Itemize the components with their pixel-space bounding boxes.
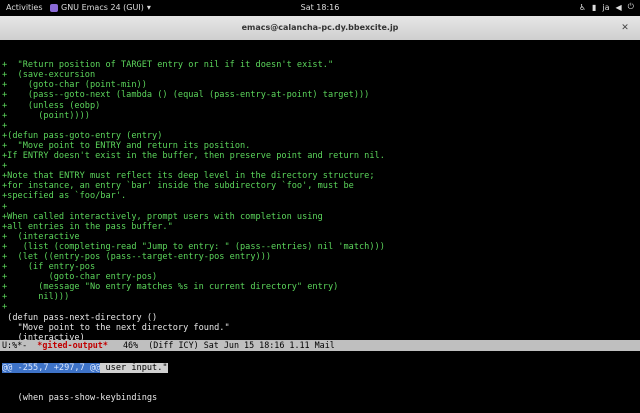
window-titlebar[interactable]: emacs@calancha-pc.dy.bbexcite.jp ✕ [0,16,640,41]
gnome-top-bar: Activities GNU Emacs 24 (GUI) ▾ Sat 18:1… [0,0,640,16]
close-icon[interactable]: ✕ [618,21,632,35]
modeline-status: U:%*- [2,340,38,350]
code-line: + (point)))) [2,110,90,121]
code-line: +(defun pass-goto-entry (entry) [2,130,163,141]
code-line: +for instance, an entry `bar' inside the… [2,181,354,192]
code-line: +all entries in the pass buffer." [2,221,173,232]
code-line: + (let ((entry-pos (pass--target-entry-p… [2,251,272,262]
window-title: emacs@calancha-pc.dy.bbexcite.jp [241,23,399,32]
code-line: + (if entry-pos [2,262,96,273]
language-indicator[interactable]: ja [602,3,609,12]
code-line: + [2,120,8,131]
modeline-info: 46% (Diff ICY) Sat Jun 15 18:16 1.11 Mai… [107,340,335,350]
hunk-line: @@ -255,7 +297,7 @@ user input." [0,363,640,373]
power-icon[interactable]: ⏻ [628,2,634,12]
hunk-context: user input." [100,363,168,373]
diff-content: + "Return position of TARGET entry or ni… [0,60,640,343]
code-line: + [2,161,8,172]
system-status-area[interactable]: ♿ ▮ ja ◀ ⏻ [579,2,634,12]
code-line: + (save-excursion [2,70,96,81]
code-line: + "Move point to ENTRY and return its po… [2,140,251,151]
code-line: + (goto-char (point-min)) [2,80,147,91]
accessibility-icon[interactable]: ♿ [579,3,586,12]
hunk-header: @@ -255,7 +297,7 @@ [2,363,101,373]
code-line: + (pass--goto-next (lambda () (equal (pa… [2,90,370,101]
code-line: +Note that ENTRY must reflect its deep l… [2,171,375,182]
code-line: + (message "No entry matches %s in curre… [2,282,339,293]
code-line: + (unless (eobp) [2,100,101,111]
clock[interactable]: Sat 18:16 [0,3,640,12]
editor-buffer[interactable]: + "Return position of TARGET entry or ni… [0,40,640,403]
code-line: + (interactive [2,231,80,242]
code-line: + [2,302,8,313]
code-line: + "Return position of TARGET entry or ni… [2,60,334,71]
code-line: + (goto-char entry-pos) [2,272,158,283]
volume-icon[interactable]: ◀ [616,3,622,12]
code-line: + [2,201,8,212]
code-line: + nil))) [2,292,70,303]
code-line: +If ENTRY doesn't exist in the buffer, t… [2,151,385,162]
code-line: (when pass-show-keybindings [2,393,158,404]
code-line: + (list (completing-read "Jump to entry:… [2,241,385,252]
code-line: +When called interactively, prompt users… [2,211,323,222]
code-line: "Move point to the next directory found.… [2,322,230,333]
network-icon[interactable]: ▮ [592,3,596,12]
code-line: (defun pass-next-directory () [2,312,158,323]
modeline-buffer-name: *gited-output* [37,340,108,350]
minibuffer[interactable] [0,351,640,360]
mode-line: U:%*- *gited-output* 46% (Diff ICY) Sat … [0,340,640,351]
code-line: +specified as `foo/bar'. [2,191,127,202]
